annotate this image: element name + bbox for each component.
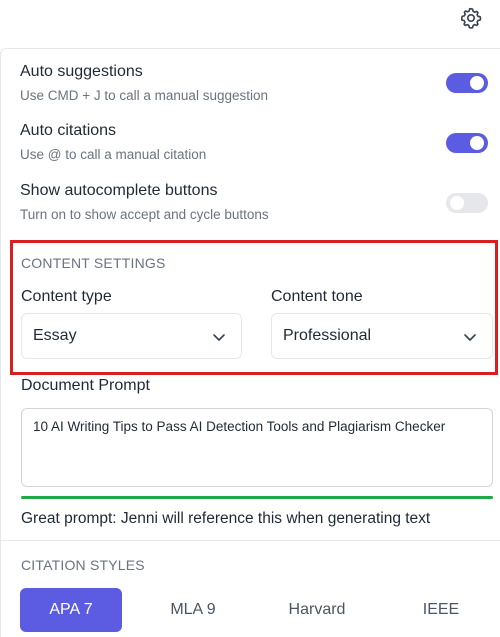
content-tone-select[interactable]: Professional: [271, 313, 493, 359]
citation-style-mla[interactable]: MLA 9: [142, 588, 244, 632]
prompt-quality-bar: [21, 496, 493, 499]
content-tone-value: Professional: [283, 327, 372, 344]
auto-suggestions-description: Use CMD + J to call a manual suggestion: [20, 88, 268, 103]
toggle-knob: [450, 196, 464, 210]
autocomplete-buttons-row: Show autocomplete buttons Turn on to sho…: [20, 181, 490, 224]
auto-citations-row: Auto citations Use @ to call a manual ci…: [20, 121, 490, 164]
citation-style-harvard[interactable]: Harvard: [266, 588, 368, 632]
auto-suggestions-title: Auto suggestions: [20, 63, 143, 80]
autocomplete-buttons-toggle[interactable]: [446, 193, 488, 213]
prompt-quality-hint: Great prompt: Jenni will reference this …: [21, 510, 431, 527]
document-prompt-textarea[interactable]: 10 AI Writing Tips to Pass AI Detection …: [21, 408, 493, 487]
content-type-select[interactable]: Essay: [21, 313, 242, 359]
citation-styles-heading: CITATION STYLES: [21, 557, 145, 573]
citation-style-apa[interactable]: APA 7: [20, 588, 122, 632]
citation-style-ieee[interactable]: IEEE: [390, 588, 492, 632]
gear-icon[interactable]: [459, 6, 483, 30]
section-divider: [0, 540, 500, 541]
auto-citations-toggle[interactable]: [446, 133, 488, 153]
chevron-down-icon: [464, 334, 476, 341]
autocomplete-buttons-title: Show autocomplete buttons: [20, 182, 218, 199]
auto-suggestions-row: Auto suggestions Use CMD + J to call a m…: [20, 62, 490, 105]
toggle-knob: [470, 136, 484, 150]
content-tone-label: Content tone: [271, 288, 363, 305]
auto-suggestions-toggle[interactable]: [446, 73, 488, 93]
auto-citations-description: Use @ to call a manual citation: [20, 147, 207, 162]
chevron-down-icon: [213, 334, 225, 341]
document-prompt-label: Document Prompt: [21, 377, 150, 394]
autocomplete-buttons-description: Turn on to show accept and cycle buttons: [20, 207, 269, 222]
document-prompt-value: 10 AI Writing Tips to Pass AI Detection …: [33, 419, 446, 434]
content-type-value: Essay: [33, 327, 77, 344]
top-bar: [0, 0, 500, 48]
content-settings-heading: CONTENT SETTINGS: [21, 255, 166, 271]
auto-citations-title: Auto citations: [20, 122, 117, 139]
toggle-knob: [470, 76, 484, 90]
content-type-label: Content type: [21, 288, 112, 305]
